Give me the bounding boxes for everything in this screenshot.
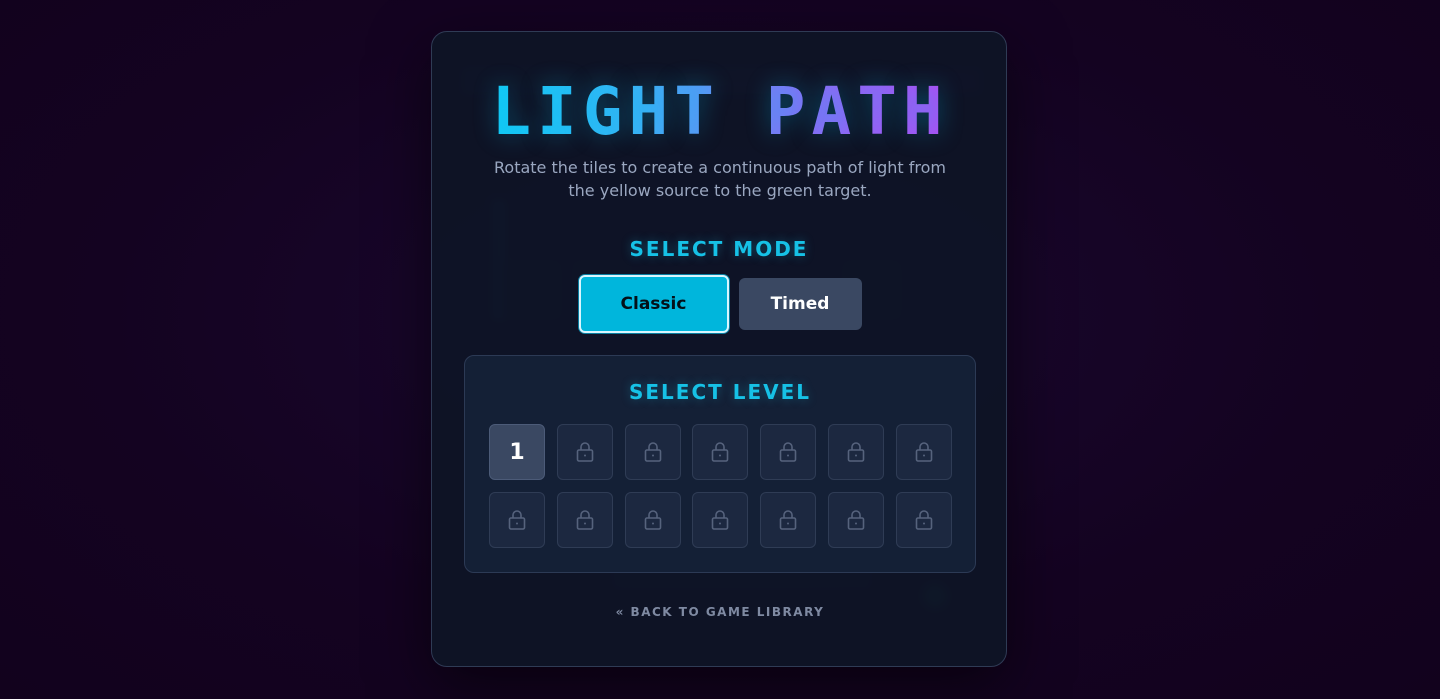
lock-icon (643, 509, 663, 531)
game-title: LIGHT PATH (432, 76, 1008, 148)
level-locked-8 (489, 492, 545, 548)
mode-classic-button[interactable]: Classic (578, 275, 729, 333)
level-locked-14 (895, 492, 952, 548)
level-select-modal: LIGHT PATH Rotate the tiles to create a … (431, 31, 1007, 667)
level-locked-6 (827, 424, 884, 480)
level-grid: 1 (489, 424, 952, 548)
level-locked-9 (556, 492, 613, 548)
select-level-heading: SELECT LEVEL (628, 380, 812, 404)
level-locked-12 (760, 492, 817, 548)
mode-button-group: Classic Timed (432, 275, 1008, 333)
level-locked-3 (624, 424, 681, 480)
lock-icon (914, 509, 934, 531)
level-locked-4 (692, 424, 749, 480)
level-button-1[interactable]: 1 (489, 424, 545, 480)
lock-icon (643, 441, 663, 463)
back-to-library-link[interactable]: « BACK TO GAME LIBRARY (432, 605, 1008, 619)
level-locked-5 (760, 424, 817, 480)
game-instructions: Rotate the tiles to create a continuous … (494, 158, 946, 200)
level-locked-10 (624, 492, 681, 548)
lock-icon (914, 441, 934, 463)
lock-icon (575, 441, 595, 463)
level-locked-2 (556, 424, 613, 480)
level-select-panel: SELECT LEVEL 1 (464, 355, 976, 573)
level-locked-11 (692, 492, 749, 548)
level-locked-13 (827, 492, 884, 548)
level-locked-7 (895, 424, 952, 480)
lock-icon (710, 441, 730, 463)
lock-icon (575, 509, 595, 531)
lock-icon (846, 441, 866, 463)
lock-icon (710, 509, 730, 531)
lock-icon (778, 509, 798, 531)
lock-icon (846, 509, 866, 531)
select-mode-heading: SELECT MODE (629, 237, 809, 261)
lock-icon (778, 441, 798, 463)
mode-timed-button[interactable]: Timed (738, 278, 862, 330)
lock-icon (507, 509, 527, 531)
game-screen: LIGHT PATH Rotate the tiles to create a … (0, 0, 1440, 699)
